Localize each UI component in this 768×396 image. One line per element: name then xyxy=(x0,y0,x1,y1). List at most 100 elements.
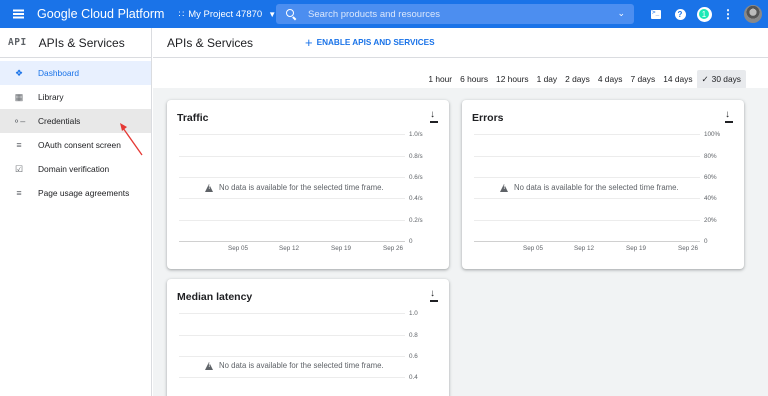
no-data-text: No data is available for the selected ti… xyxy=(219,183,384,192)
card-title: Median latency xyxy=(177,291,253,303)
no-data-text: No data is available for the selected ti… xyxy=(219,361,384,370)
notifications-button[interactable]: 1 xyxy=(692,0,716,28)
no-data-message: No data is available for the selected ti… xyxy=(500,183,679,192)
x-axis xyxy=(474,241,700,242)
y-tick-label: 1.0/s xyxy=(409,131,423,138)
settings-list-icon: ≡ xyxy=(16,188,22,198)
gridline xyxy=(179,134,405,135)
x-tick-label: Sep 26 xyxy=(383,245,403,252)
help-button[interactable]: ? xyxy=(668,0,692,28)
cloud-shell-button[interactable] xyxy=(644,0,668,28)
caret-down-icon: ▼ xyxy=(268,9,277,19)
gridline xyxy=(474,134,700,135)
notification-badge: 1 xyxy=(698,8,710,20)
traffic-card: Traffic 1.0/s 0.8/s 0.6/s 0.4/s 0.2/s 0 … xyxy=(167,100,449,269)
notification-icon: 1 xyxy=(696,6,712,22)
checkbox-icon: ☑ xyxy=(14,163,24,174)
more-options-button[interactable]: ⋮ xyxy=(716,0,740,28)
gridline xyxy=(179,156,405,157)
x-tick-label: Sep 05 xyxy=(523,245,543,252)
gridline xyxy=(474,198,700,199)
brand-title[interactable]: Google Cloud Platform xyxy=(37,7,165,21)
y-tick-label: 0.6 xyxy=(409,353,418,360)
project-name: My Project 47870 xyxy=(188,8,263,20)
chevron-down-icon[interactable]: ⌄ xyxy=(617,8,625,19)
avatar[interactable] xyxy=(744,5,762,23)
gridline xyxy=(179,220,405,221)
main-header: APIs & Services + ENABLE APIS AND SERVIC… xyxy=(153,28,768,58)
no-data-message: No data is available for the selected ti… xyxy=(205,183,384,192)
sidebar-item-library[interactable]: ▦ Library xyxy=(0,85,151,109)
enable-apis-button[interactable]: + ENABLE APIS AND SERVICES xyxy=(305,36,435,49)
y-tick-label: 40% xyxy=(704,195,717,202)
sidebar-item-page-usage[interactable]: ≡ Page usage agreements xyxy=(0,181,151,205)
dashboard-canvas: Traffic 1.0/s 0.8/s 0.6/s 0.4/s 0.2/s 0 … xyxy=(153,88,768,396)
card-title: Traffic xyxy=(177,112,209,124)
library-icon: ▦ xyxy=(14,91,24,102)
search-bar[interactable]: ⌄ xyxy=(276,4,634,24)
page-title: APIs & Services xyxy=(167,35,254,50)
median-latency-card: Median latency 1.0 0.8 0.6 0.4 No data i… xyxy=(167,279,449,396)
time-range-1-day[interactable]: 1 day xyxy=(533,70,562,89)
time-range-2-days[interactable]: 2 days xyxy=(561,70,594,89)
y-tick-label: 80% xyxy=(704,153,717,160)
time-range-6-hours[interactable]: 6 hours xyxy=(456,70,492,89)
sidebar-item-label: Page usage agreements xyxy=(38,188,130,198)
x-tick-label: Sep 12 xyxy=(279,245,299,252)
x-tick-label: Sep 19 xyxy=(626,245,646,252)
y-tick-label: 60% xyxy=(704,174,717,181)
download-icon[interactable] xyxy=(429,288,439,302)
top-app-bar: Google Cloud Platform ∷ My Project 47870… xyxy=(0,0,768,28)
no-data-message: No data is available for the selected ti… xyxy=(205,361,384,370)
time-range-selector: 1 hour 6 hours 12 hours 1 day 2 days 4 d… xyxy=(424,70,746,89)
download-icon[interactable] xyxy=(429,109,439,123)
sidebar-item-label: OAuth consent screen xyxy=(38,140,121,150)
time-range-4-days[interactable]: 4 days xyxy=(594,70,627,89)
time-range-1-hour[interactable]: 1 hour xyxy=(424,70,456,89)
sidebar-item-dashboard[interactable]: ❖ Dashboard xyxy=(0,61,151,85)
warning-icon xyxy=(500,183,509,192)
sidebar-title: APIs & Services xyxy=(38,35,125,50)
annotation-arrow xyxy=(120,123,143,156)
download-icon[interactable] xyxy=(724,109,734,123)
help-icon: ? xyxy=(674,8,686,20)
time-range-label: 30 days xyxy=(711,74,741,84)
time-range-14-days[interactable]: 14 days xyxy=(659,70,696,89)
errors-card: Errors 100% 80% 60% 40% 20% 0 Sep 05 Sep… xyxy=(462,100,744,269)
check-icon: ✓ xyxy=(701,74,709,84)
y-tick-label: 0 xyxy=(409,238,413,245)
sidebar-item-label: Domain verification xyxy=(38,164,110,174)
more-vert-icon: ⋮ xyxy=(722,7,734,21)
main-content: APIs & Services + ENABLE APIS AND SERVIC… xyxy=(153,28,768,396)
y-tick-label: 0.4/s xyxy=(409,195,423,202)
sidebar-item-domain-verification[interactable]: ☑ Domain verification xyxy=(0,157,151,181)
search-icon xyxy=(286,8,297,20)
no-data-text: No data is available for the selected ti… xyxy=(514,183,679,192)
dashboard-icon: ❖ xyxy=(14,67,24,78)
api-logo: API xyxy=(8,37,27,48)
time-range-30-days[interactable]: ✓ 30 days xyxy=(696,70,746,89)
plus-icon: + xyxy=(305,35,313,50)
sidebar: API APIs & Services ❖ Dashboard ▦ Librar… xyxy=(0,28,152,396)
key-icon: ⚬– xyxy=(12,115,26,126)
search-input[interactable] xyxy=(308,8,598,20)
sidebar-item-label: Credentials xyxy=(38,116,81,126)
y-tick-label: 0 xyxy=(704,238,708,245)
gridline xyxy=(179,198,405,199)
y-tick-label: 20% xyxy=(704,217,717,224)
x-tick-label: Sep 19 xyxy=(331,245,351,252)
y-tick-label: 0.8 xyxy=(409,332,418,339)
warning-icon xyxy=(205,183,214,192)
gridline xyxy=(474,156,700,157)
gridline xyxy=(179,377,405,378)
gridline xyxy=(179,177,405,178)
menu-icon[interactable] xyxy=(0,0,36,28)
y-tick-label: 0.8/s xyxy=(409,153,423,160)
gridline xyxy=(179,335,405,336)
consent-icon: ≡ xyxy=(16,140,22,150)
time-range-12-hours[interactable]: 12 hours xyxy=(492,70,533,89)
time-range-7-days[interactable]: 7 days xyxy=(627,70,660,89)
gridline xyxy=(179,313,405,314)
project-selector[interactable]: ∷ My Project 47870 ▼ xyxy=(179,9,277,20)
y-tick-label: 100% xyxy=(704,131,721,138)
